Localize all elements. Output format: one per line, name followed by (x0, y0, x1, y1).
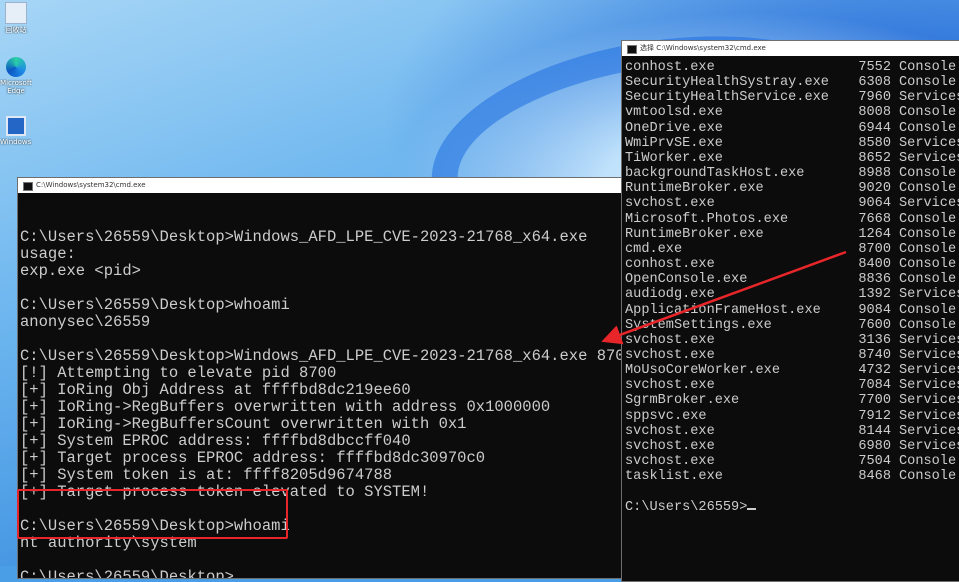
terminal-line: C:\Users\26559\Desktop> (20, 568, 234, 579)
annotation-arrow (601, 250, 847, 345)
